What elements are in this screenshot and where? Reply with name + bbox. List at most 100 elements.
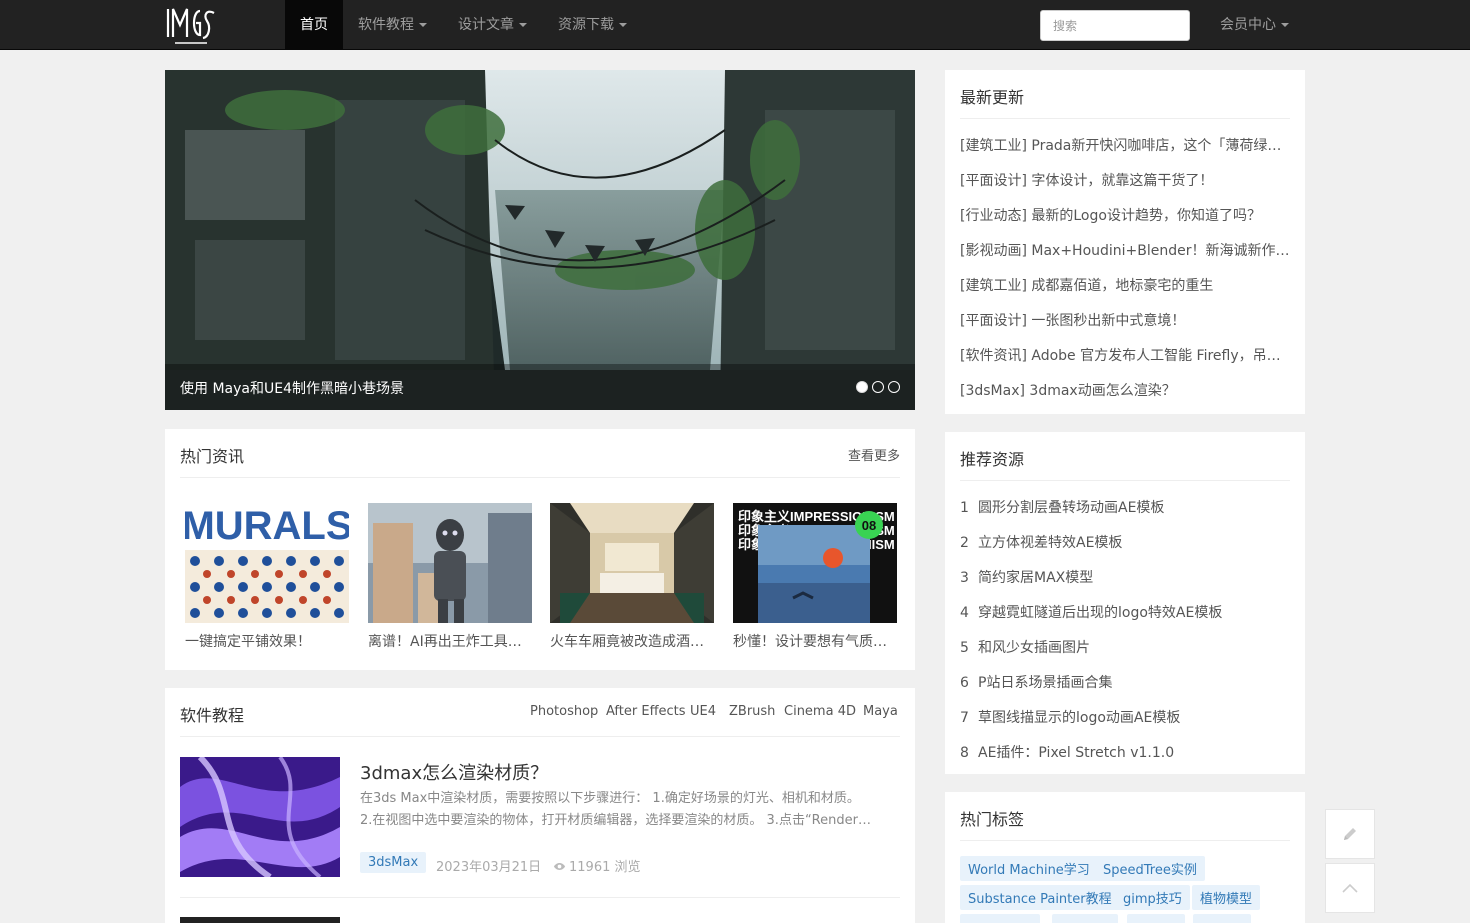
- slider-dot-3[interactable]: [888, 381, 900, 393]
- tag-chip[interactable]: [1052, 914, 1118, 923]
- hero-slider[interactable]: 使用 Maya和UE4制作黑暗小巷场景: [165, 70, 915, 410]
- nav-design-articles[interactable]: 设计文章: [443, 0, 542, 50]
- article-views: 11961 浏览: [553, 856, 641, 875]
- recommended-label: 立方体视差特效AE模板: [978, 535, 1123, 551]
- hot-news-panel: 热门资讯 查看更多 MURALS 一键搞定平铺效果！ 离谱！AI再出王炸工具… …: [165, 429, 915, 670]
- tag-chip[interactable]: [960, 914, 1040, 923]
- rank-number: 1: [960, 500, 969, 516]
- chevron-down-icon: [419, 23, 427, 27]
- tab-cinema-4d[interactable]: Cinema 4D: [784, 704, 856, 719]
- news-caption[interactable]: 火车车厢竟被改造成酒…: [550, 631, 710, 651]
- tab-maya[interactable]: Maya: [863, 704, 898, 719]
- search-input[interactable]: [1040, 10, 1190, 41]
- news-thumbnail[interactable]: [368, 503, 532, 623]
- divider: [960, 118, 1290, 119]
- latest-item[interactable]: [行业动态] 最新的Logo设计趋势，你知道了吗？: [960, 205, 1290, 225]
- latest-updates-panel: 最新更新 [建筑工业] Prada新开快闪咖啡店，这个「薄荷绿」… [平面设计]…: [945, 70, 1305, 414]
- latest-item[interactable]: [平面设计] 一张图秒出新中式意境！: [960, 310, 1290, 330]
- tab-zbrush[interactable]: ZBrush: [729, 704, 775, 719]
- recommended-item[interactable]: 7 草图线描显示的logo动画AE模板: [960, 707, 1290, 727]
- article-thumbnail[interactable]: [180, 757, 340, 877]
- nav-resource-downloads[interactable]: 资源下载: [543, 0, 642, 50]
- recommended-item[interactable]: 6 P站日系场景插画合集: [960, 672, 1290, 692]
- nav-software-tutorials[interactable]: 软件教程: [343, 0, 442, 50]
- latest-item[interactable]: [3dsMax] 3dmax动画怎么渲染？: [960, 380, 1290, 400]
- recommended-item[interactable]: 1 圆形分割层叠转场动画AE模板: [960, 497, 1290, 517]
- article-excerpt: 在3ds Max中渲染材质，需要按照以下步骤进行： 1.确定好场景的灯光、相机和…: [360, 788, 905, 832]
- rank-number: 3: [960, 570, 969, 586]
- nav-home-label: 首页: [300, 17, 328, 33]
- top-navbar: 首页 软件教程 设计文章 资源下载 会员中心: [0, 0, 1470, 50]
- recommended-item[interactable]: 4 穿越霓虹隧道后出现的logo特效AE模板: [960, 602, 1290, 622]
- recommended-item[interactable]: 3 简约家居MAX模型: [960, 567, 1290, 587]
- rank-number: 2: [960, 535, 969, 551]
- recommended-item[interactable]: 2 立方体视差特效AE模板: [960, 532, 1290, 552]
- rank-number: 5: [960, 640, 969, 656]
- news-caption[interactable]: 一键搞定平铺效果！: [185, 631, 345, 651]
- recommended-label: 穿越霓虹隧道后出现的logo特效AE模板: [978, 605, 1223, 621]
- tag-chip[interactable]: gimp技巧: [1115, 885, 1190, 910]
- news-thumbnail[interactable]: [550, 503, 714, 623]
- latest-item[interactable]: [建筑工业] Prada新开快闪咖啡店，这个「薄荷绿」…: [960, 135, 1290, 155]
- recommended-label: P站日系场景插画合集: [978, 675, 1113, 691]
- news-card[interactable]: MURALS 一键搞定平铺效果！: [185, 503, 349, 651]
- tag-chip[interactable]: [1193, 914, 1251, 923]
- murals-thumb-text: MURALS: [185, 504, 349, 548]
- back-to-top-button[interactable]: [1325, 863, 1375, 913]
- news-card[interactable]: 火车车厢竟被改造成酒…: [550, 503, 714, 651]
- nav-member-center[interactable]: 会员中心: [1205, 0, 1304, 50]
- latest-item[interactable]: [影视动画] Max+Houdini+Blender！新海诚新作《…: [960, 240, 1290, 260]
- tag-chip[interactable]: SpeedTree实例: [1095, 856, 1205, 881]
- tag-chip[interactable]: World Machine学习: [960, 856, 1098, 881]
- news-thumbnail[interactable]: 印象主义IMPRESSIONISM 印象主义IMPRESSIONISM 印象主义…: [733, 503, 897, 623]
- slide-caption-bar: 使用 Maya和UE4制作黑暗小巷场景: [165, 364, 915, 410]
- recommended-label: AE插件：Pixel Stretch v1.1.0: [978, 745, 1175, 761]
- site-logo[interactable]: [165, 5, 217, 45]
- recommended-panel: 推荐资源 1 圆形分割层叠转场动画AE模板 2 立方体视差特效AE模板 3 简约家居M…: [945, 432, 1305, 774]
- recommended-item[interactable]: 8 AE插件：Pixel Stretch v1.1.0: [960, 742, 1290, 762]
- recommended-label: 和风少女插画图片: [978, 640, 1090, 656]
- view-more-link[interactable]: 查看更多: [848, 445, 900, 464]
- recommended-item[interactable]: 5 和风少女插画图片: [960, 637, 1290, 657]
- edit-button[interactable]: [1325, 809, 1375, 859]
- nav-software-label: 软件教程: [358, 17, 414, 33]
- divider: [960, 480, 1290, 481]
- slide-image: [165, 70, 915, 410]
- chevron-down-icon: [619, 23, 627, 27]
- article-category-tag[interactable]: 3dsMax: [360, 852, 427, 873]
- news-card[interactable]: 印象主义IMPRESSIONISM 印象主义IMPRESSIONISM 印象主义…: [733, 503, 897, 651]
- slider-dot-1[interactable]: [856, 381, 868, 393]
- tag-chip[interactable]: 植物模型: [1192, 885, 1261, 910]
- tab-ue4[interactable]: UE4: [690, 704, 716, 719]
- news-caption[interactable]: 离谱！AI再出王炸工具…: [368, 631, 528, 651]
- recommended-title: 推荐资源: [960, 450, 1025, 469]
- tag-chip[interactable]: Substance Painter教程: [960, 885, 1120, 910]
- nav-member-label: 会员中心: [1220, 17, 1276, 33]
- divider: [180, 477, 900, 478]
- slide-caption[interactable]: 使用 Maya和UE4制作黑暗小巷场景: [180, 378, 404, 398]
- latest-item[interactable]: [平面设计] 字体设计，就靠这篇干货了！: [960, 170, 1290, 190]
- next-article-thumbnail[interactable]: [180, 917, 340, 923]
- divider: [180, 736, 900, 737]
- article-title[interactable]: 3dmax怎么渲染材质？: [360, 759, 548, 785]
- news-card[interactable]: 离谱！AI再出王炸工具…: [368, 503, 532, 651]
- divider: [180, 897, 900, 898]
- news-thumbnail[interactable]: MURALS: [185, 503, 349, 623]
- nav-resource-label: 资源下载: [558, 17, 614, 33]
- article-excerpt-line: 2.在视图中选中要渲染的物体，打开材质编辑器，选择要渲染的材质。 3.点击“Re…: [360, 813, 871, 828]
- tag-chip[interactable]: [1127, 914, 1185, 923]
- rank-number: 4: [960, 605, 969, 621]
- nav-home[interactable]: 首页: [285, 0, 343, 50]
- chevron-down-icon: [1281, 23, 1289, 27]
- article-excerpt-line: 在3ds Max中渲染材质，需要按照以下步骤进行： 1.确定好场景的灯光、相机和…: [360, 791, 860, 806]
- tab-photoshop[interactable]: Photoshop: [530, 704, 598, 719]
- latest-item[interactable]: [软件资讯] Adobe 官方发布人工智能 Firefly，吊打…: [960, 345, 1290, 365]
- eye-icon: [553, 863, 566, 870]
- latest-item[interactable]: [建筑工业] 成都嘉佰道，地标豪宅的重生: [960, 275, 1290, 295]
- news-caption[interactable]: 秒懂！设计要想有气质…: [733, 631, 893, 651]
- tab-after-effects[interactable]: After Effects: [606, 704, 686, 719]
- software-tutorials-title: 软件教程: [180, 706, 245, 725]
- article-date: 2023年03月21日: [436, 860, 542, 875]
- recommended-label: 圆形分割层叠转场动画AE模板: [978, 500, 1165, 516]
- slider-dot-2[interactable]: [872, 381, 884, 393]
